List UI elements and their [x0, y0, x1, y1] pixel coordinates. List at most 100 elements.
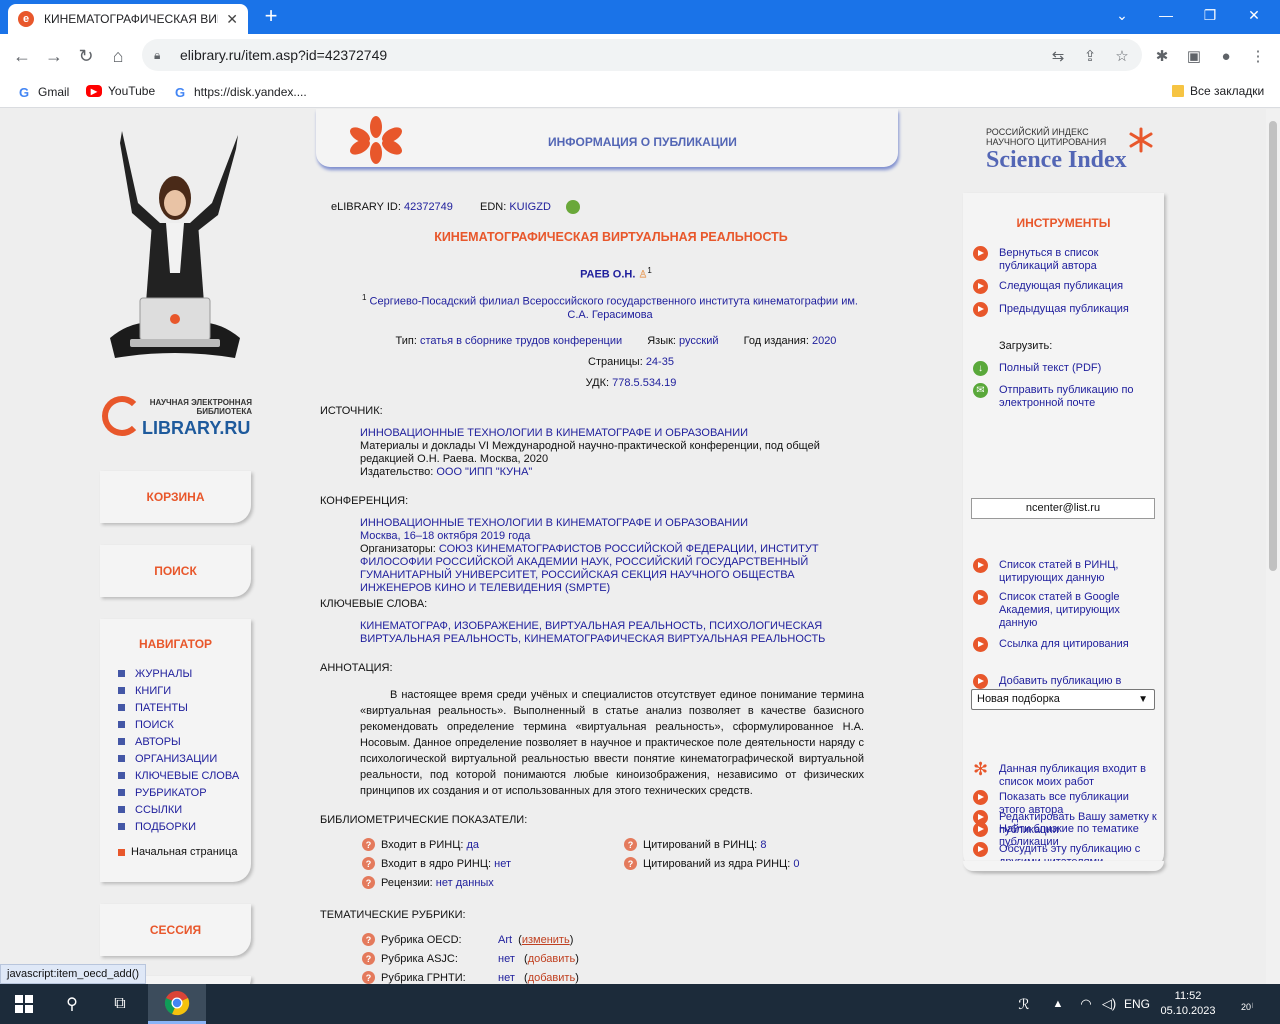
- side-panel-icon[interactable]: ▣: [1184, 46, 1204, 66]
- task-view-icon[interactable]: ⧉: [96, 984, 144, 1024]
- close-window-button[interactable]: ✕: [1232, 0, 1276, 30]
- browser-tab[interactable]: e КИНЕМАТОГРАФИЧЕСКАЯ ВИРТ ✕: [8, 4, 248, 34]
- chrome-taskbar-icon[interactable]: [148, 984, 206, 1024]
- bookmark-star-icon[interactable]: ☆: [1112, 46, 1132, 66]
- elibrary-logo[interactable]: НАУЧНАЯ ЭЛЕКТРОННАЯ БИБЛИОТЕКА LIBRARY.R…: [102, 394, 252, 440]
- vertical-scrollbar[interactable]: [1266, 109, 1280, 984]
- folder-icon: [1172, 85, 1184, 97]
- help-icon[interactable]: ?: [362, 838, 375, 851]
- email-field[interactable]: ncenter@list.ru: [971, 498, 1155, 519]
- session-button[interactable]: СЕССИЯ: [100, 904, 251, 956]
- site-info-icon[interactable]: 🔒︎: [154, 48, 170, 63]
- edn-value[interactable]: KUIGZD: [509, 201, 551, 213]
- home-icon[interactable]: ⌂: [104, 42, 132, 70]
- translate-icon[interactable]: ⇆: [1048, 46, 1068, 66]
- send-by-email-link[interactable]: ✉ Отправить публикацию по электронной поч…: [973, 383, 1158, 410]
- page-content: НАУЧНАЯ ЭЛЕКТРОННАЯ БИБЛИОТЕКА LIBRARY.R…: [0, 109, 1266, 984]
- bullet-icon: [118, 848, 125, 856]
- source-heading: ИСТОЧНИК:: [320, 405, 383, 417]
- bullet-icon: [118, 687, 125, 694]
- citing-rinc-link[interactable]: Список статей в РИНЦ, цитирующих данную: [973, 558, 1158, 585]
- help-icon[interactable]: ?: [362, 933, 375, 946]
- new-tab-button[interactable]: +: [258, 4, 284, 30]
- back-icon[interactable]: ←: [8, 42, 36, 70]
- help-icon[interactable]: ?: [362, 952, 375, 965]
- author-link[interactable]: РАЕВ О.Н.: [580, 269, 635, 281]
- volume-icon[interactable]: ◁): [1098, 984, 1120, 1024]
- tab-search-chevron-icon[interactable]: ⌄: [1100, 0, 1144, 30]
- menu-icon[interactable]: ⋮: [1248, 46, 1268, 66]
- cart-button[interactable]: КОРЗИНА: [100, 471, 251, 523]
- address-bar[interactable]: 🔒︎ elibrary.ru/item.asp?id=42372749: [142, 39, 1142, 71]
- full-text-pdf-link[interactable]: ↓ Полный текст (PDF): [973, 361, 1158, 376]
- source-title-link[interactable]: ИННОВАЦИОННЫЕ ТЕХНОЛОГИИ В КИНЕМАТОГРАФЕ…: [360, 427, 865, 440]
- science-index-logo[interactable]: РОССИЙСКИЙ ИНДЕКС НАУЧНОГО ЦИТИРОВАНИЯ S…: [986, 127, 1166, 177]
- restore-button[interactable]: ❐: [1188, 0, 1232, 30]
- qr-code-icon[interactable]: [565, 200, 580, 214]
- profile-icon[interactable]: ●: [1216, 46, 1236, 66]
- extensions-icon[interactable]: ✱: [1152, 46, 1172, 66]
- show-hidden-icons-icon[interactable]: ▲: [1046, 984, 1070, 1024]
- help-icon[interactable]: ?: [624, 838, 637, 851]
- nav-item-search[interactable]: ПОИСК: [118, 716, 239, 733]
- nav-item-organizations[interactable]: ОРГАНИЗАЦИИ: [118, 750, 239, 767]
- nav-home-link[interactable]: Начальная страница: [118, 846, 237, 858]
- indicator-rinc: ? Входит в РИНЦ: да: [362, 838, 479, 851]
- bullet-icon: [118, 721, 125, 728]
- help-icon[interactable]: ?: [362, 876, 375, 889]
- conference-title-link[interactable]: ИННОВАЦИОННЫЕ ТЕХНОЛОГИИ В КИНЕМАТОГРАФЕ…: [360, 517, 865, 530]
- back-to-author-list-link[interactable]: Вернуться в список публикаций автора: [973, 246, 1158, 273]
- search-button[interactable]: ПОИСК: [100, 545, 251, 597]
- bookmark-youtube[interactable]: ▶ YouTube: [86, 84, 155, 98]
- in-my-works-link[interactable]: ✻ Данная публикация входит в список моих …: [973, 760, 1158, 789]
- bullet-icon: [118, 738, 125, 745]
- people-icon[interactable]: ℛ: [1010, 984, 1038, 1024]
- rubric-grnti-row: ? Рубрика ГРНТИ: нет (добавить): [362, 971, 579, 984]
- rubric-grnti-add-link[interactable]: добавить: [528, 972, 575, 984]
- nav-item-rubricator[interactable]: РУБРИКАТОР: [118, 784, 239, 801]
- scrollbar-thumb[interactable]: [1269, 121, 1277, 571]
- nav-item-collections[interactable]: ПОДБОРКИ: [118, 818, 239, 835]
- tab-title: КИНЕМАТОГРАФИЧЕСКАЯ ВИРТ: [44, 12, 219, 26]
- nav-item-authors[interactable]: АВТОРЫ: [118, 733, 239, 750]
- collection-select[interactable]: Новая подборка ▼: [971, 689, 1155, 710]
- clock[interactable]: 11:52 05.10.2023: [1156, 984, 1220, 1024]
- help-icon[interactable]: ?: [624, 857, 637, 870]
- tools-panel-bottom: [963, 861, 1164, 871]
- close-tab-icon[interactable]: ✕: [226, 11, 238, 28]
- keywords-links[interactable]: КИНЕМАТОГРАФ, ИЗОБРАЖЕНИЕ, ВИРТУАЛЬНАЯ Р…: [360, 620, 865, 646]
- rubric-oecd-change-link[interactable]: изменить: [522, 934, 570, 946]
- nav-item-links[interactable]: ССЫЛКИ: [118, 801, 239, 818]
- find-similar-link[interactable]: Найти близкие по тематике публикации: [973, 822, 1158, 849]
- share-icon[interactable]: ⇪: [1080, 46, 1100, 66]
- citing-google-scholar-link[interactable]: Список статей в Google Академия, цитирую…: [973, 590, 1158, 630]
- bookmark-yandex-disk[interactable]: G https://disk.yandex....: [172, 84, 307, 100]
- minimize-button[interactable]: —: [1144, 0, 1188, 30]
- nav-item-patents[interactable]: ПАТЕНТЫ: [118, 699, 239, 716]
- all-bookmarks[interactable]: Все закладки: [1172, 84, 1264, 98]
- nav-item-books[interactable]: КНИГИ: [118, 682, 239, 699]
- help-icon[interactable]: ?: [362, 971, 375, 984]
- network-icon[interactable]: ◠: [1074, 984, 1098, 1024]
- reload-icon[interactable]: ↻: [72, 42, 100, 70]
- search-icon[interactable]: ⚲: [48, 984, 96, 1024]
- forward-icon[interactable]: →: [40, 42, 68, 70]
- notifications-icon[interactable]: ▭ 20: [1230, 984, 1264, 1024]
- next-publication-link[interactable]: Следующая публикация: [973, 279, 1158, 294]
- elibrary-logo-text: LIBRARY.RU: [142, 418, 251, 438]
- tools-heading: ИНСТРУМЕНТЫ: [1016, 216, 1111, 230]
- bookmark-gmail[interactable]: G Gmail: [16, 84, 69, 100]
- publisher-link[interactable]: ООО "ИПП "КУНА": [436, 466, 532, 478]
- email-icon: ✉: [973, 383, 988, 398]
- windows-start-icon[interactable]: [0, 984, 48, 1024]
- language-indicator[interactable]: ENG: [1122, 984, 1152, 1024]
- help-icon[interactable]: ?: [362, 857, 375, 870]
- show-all-author-publications-link[interactable]: Показать все публикации этого автора: [973, 790, 1158, 817]
- publication-meta-row: Тип: статья в сборнике трудов конференци…: [395, 335, 837, 347]
- nav-item-keywords[interactable]: КЛЮЧЕВЫЕ СЛОВА: [118, 767, 239, 784]
- previous-publication-link[interactable]: Предыдущая публикация: [973, 302, 1158, 317]
- nav-item-journals[interactable]: ЖУРНАЛЫ: [118, 665, 239, 682]
- arrow-right-icon: [973, 279, 988, 294]
- rubric-asjc-add-link[interactable]: добавить: [528, 953, 575, 965]
- citation-link[interactable]: Ссылка для цитирования: [973, 637, 1158, 652]
